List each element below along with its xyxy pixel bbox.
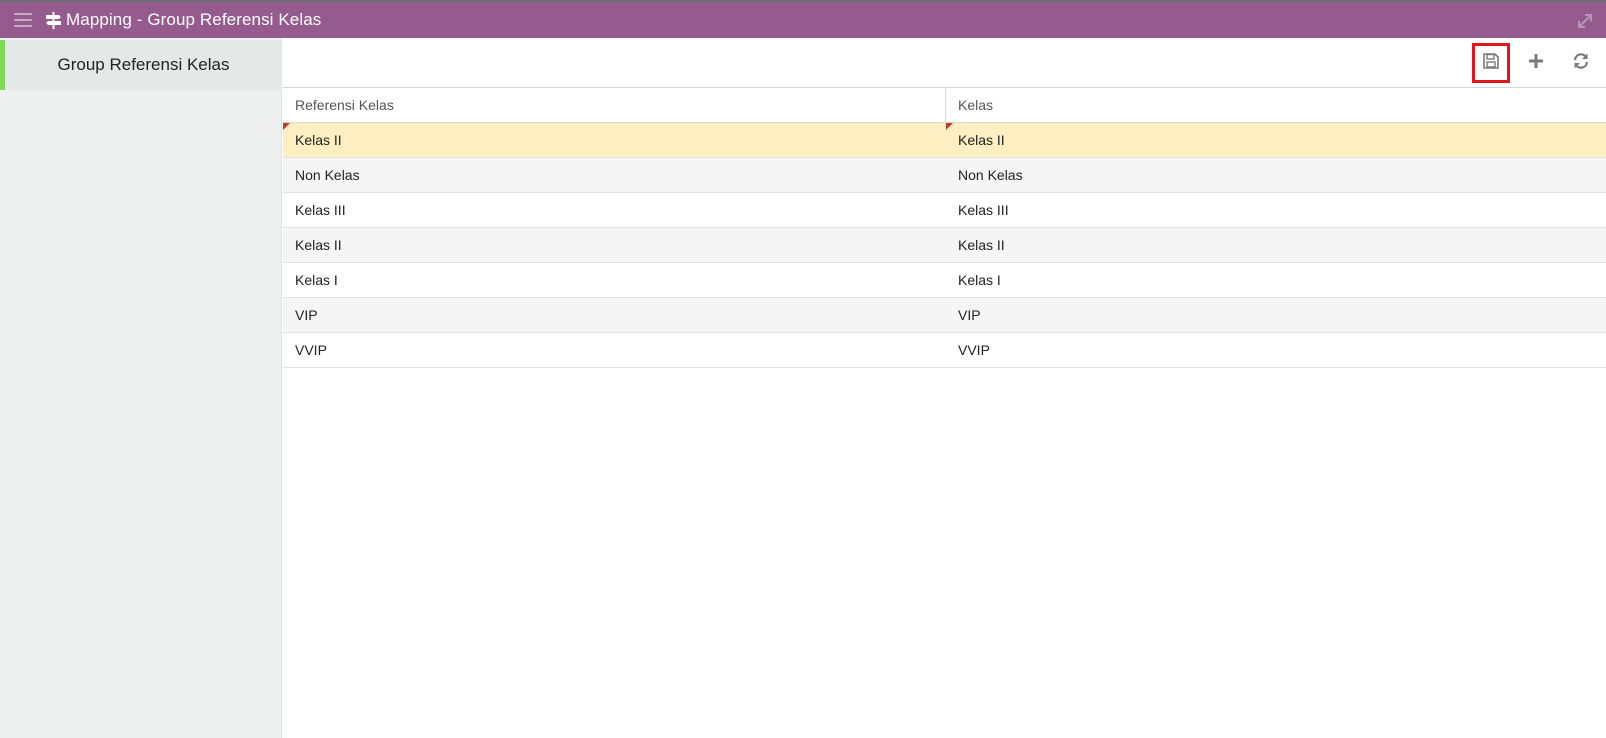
cell-referensi-kelas[interactable]: Kelas II: [283, 228, 946, 262]
sidebar-item-label: Group Referensi Kelas: [57, 55, 230, 74]
cell-referensi-kelas[interactable]: Non Kelas: [283, 158, 946, 192]
cell-kelas[interactable]: Kelas II: [946, 228, 1606, 262]
sidebar: Group Referensi Kelas: [0, 38, 282, 738]
cell-referensi-kelas[interactable]: Kelas I: [283, 263, 946, 297]
save-button[interactable]: [1472, 43, 1510, 83]
hamburger-menu-icon[interactable]: [14, 13, 32, 27]
add-button[interactable]: [1517, 43, 1555, 83]
table-row[interactable]: Kelas III Kelas III: [283, 193, 1606, 228]
cell-kelas[interactable]: Kelas I: [946, 263, 1606, 297]
table-row[interactable]: Non Kelas Non Kelas: [283, 158, 1606, 193]
table-row[interactable]: VIP VIP: [283, 298, 1606, 333]
cell-kelas[interactable]: VVIP: [946, 333, 1606, 367]
refresh-icon: [1572, 52, 1590, 75]
cell-kelas[interactable]: Kelas III: [946, 193, 1606, 227]
expand-arrows-icon[interactable]: [1576, 12, 1594, 30]
grid-header: Referensi Kelas Kelas: [283, 88, 1606, 123]
column-header-referensi-kelas[interactable]: Referensi Kelas: [283, 88, 946, 122]
window-titlebar: Mapping - Group Referensi Kelas: [0, 0, 1606, 38]
main-panel: Referensi Kelas Kelas Kelas II Kelas II …: [283, 38, 1606, 738]
table-row[interactable]: VVIP VVIP: [283, 333, 1606, 368]
modified-marker: [946, 123, 953, 130]
cell-referensi-kelas[interactable]: Kelas III: [283, 193, 946, 227]
cell-kelas[interactable]: Non Kelas: [946, 158, 1606, 192]
plus-icon: [1528, 53, 1544, 74]
sidebar-item-group-referensi-kelas[interactable]: Group Referensi Kelas: [0, 40, 282, 90]
save-icon: [1482, 52, 1500, 75]
signpost-icon: [44, 11, 62, 29]
table-row[interactable]: Kelas II Kelas II: [283, 228, 1606, 263]
column-header-kelas[interactable]: Kelas: [946, 88, 1606, 122]
cell-kelas[interactable]: VIP: [946, 298, 1606, 332]
table-row[interactable]: Kelas I Kelas I: [283, 263, 1606, 298]
refresh-button[interactable]: [1562, 43, 1600, 83]
cell-kelas[interactable]: Kelas II: [946, 123, 1606, 157]
toolbar: [283, 38, 1606, 88]
cell-referensi-kelas[interactable]: VIP: [283, 298, 946, 332]
window-title: Mapping - Group Referensi Kelas: [66, 10, 322, 29]
cell-text: Kelas II: [295, 132, 342, 148]
modified-marker: [283, 123, 290, 130]
cell-referensi-kelas[interactable]: Kelas II: [283, 123, 946, 157]
cell-text: Kelas II: [958, 132, 1005, 148]
data-grid: Referensi Kelas Kelas Kelas II Kelas II …: [283, 88, 1606, 368]
table-row[interactable]: Kelas II Kelas II: [283, 123, 1606, 158]
cell-referensi-kelas[interactable]: VVIP: [283, 333, 946, 367]
